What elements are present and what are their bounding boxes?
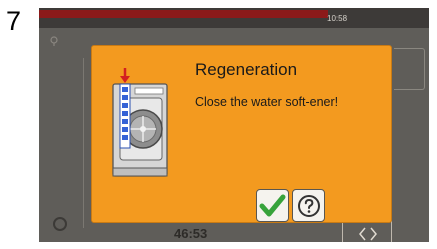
water-softener-icon xyxy=(112,68,168,177)
regeneration-dialog: Regeneration Close the water soft-ener! xyxy=(91,45,392,223)
background-panel-right xyxy=(394,48,425,90)
status-bar: 10:58 xyxy=(39,8,429,28)
progress-bar xyxy=(39,10,328,18)
help-button[interactable] xyxy=(292,189,325,222)
steam-icon xyxy=(53,217,67,231)
device-screen: 10:58 46:53 Regeneration Close the water… xyxy=(39,8,429,242)
checkmark-icon xyxy=(259,194,286,217)
confirm-button[interactable] xyxy=(256,189,289,222)
dialog-message: Close the water soft-ener! xyxy=(195,95,339,109)
help-icon xyxy=(297,194,320,217)
background-panel xyxy=(83,58,90,228)
location-icon xyxy=(50,36,58,46)
step-number: 7 xyxy=(6,6,22,36)
background-timer: 46:53 xyxy=(174,226,208,241)
clock: 10:58 xyxy=(327,14,348,23)
dialog-title: Regeneration xyxy=(195,60,298,79)
